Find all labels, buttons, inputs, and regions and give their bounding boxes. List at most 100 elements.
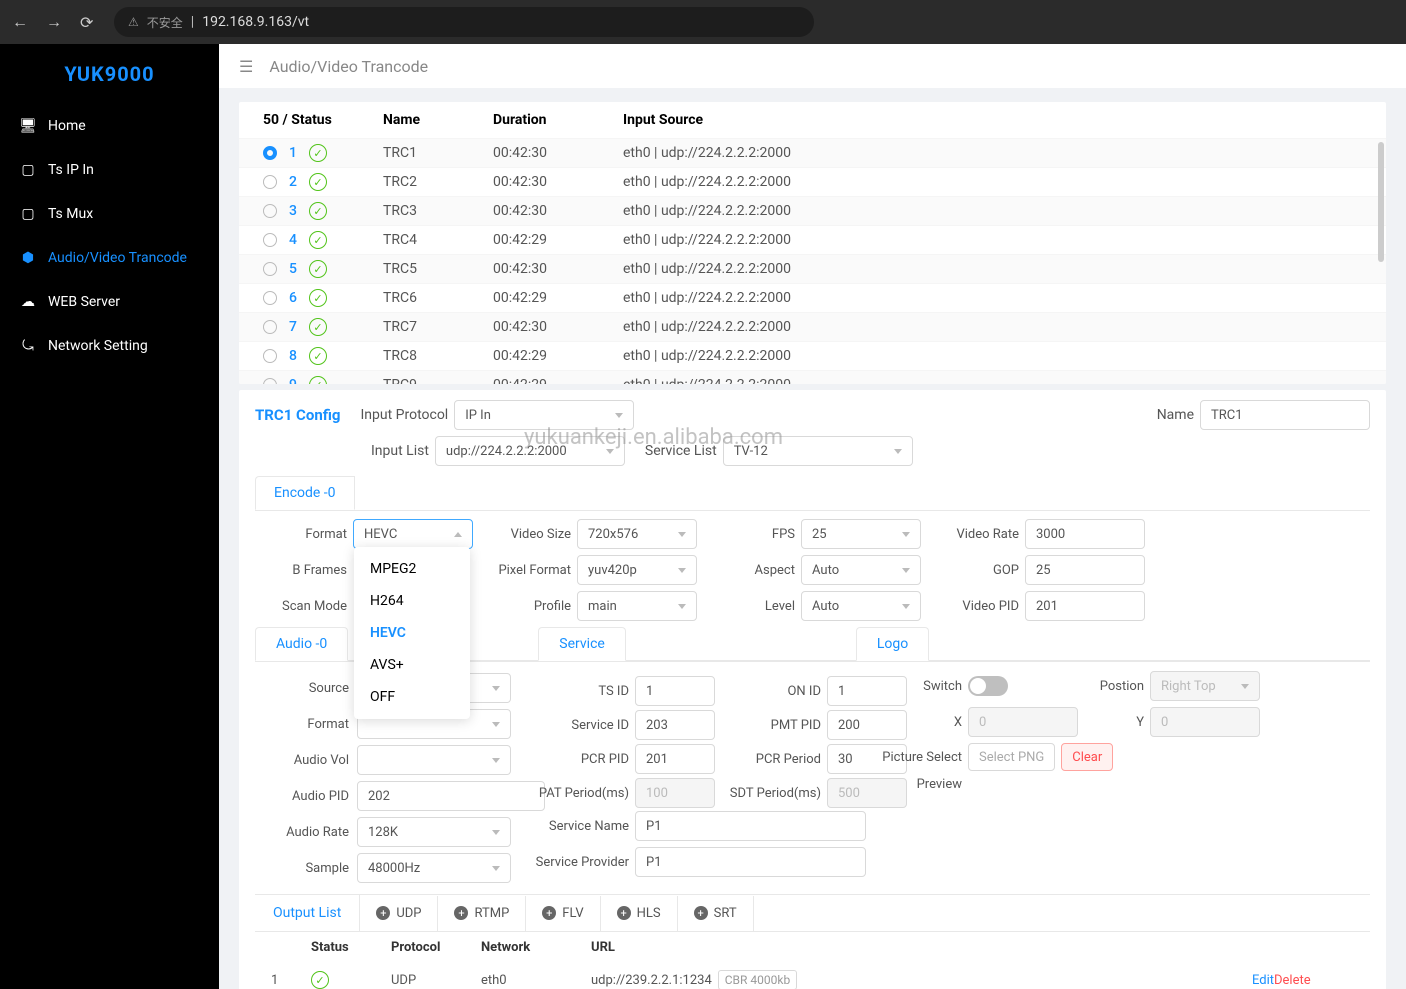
plus-icon: + [376,906,390,920]
table-row[interactable]: 8 ✓ TRC8 00:42:29 eth0 | udp://224.2.2.2… [239,341,1386,370]
add-udp-button[interactable]: +UDP [360,896,438,931]
table-row[interactable]: 5 ✓ TRC5 00:42:30 eth0 | udp://224.2.2.2… [239,254,1386,283]
scrollbar[interactable] [1378,142,1384,262]
row-radio[interactable] [263,204,277,218]
delete-link[interactable]: Delete [1274,973,1354,988]
cell-source: eth0 | udp://224.2.2.2:2000 [623,203,1362,219]
th-out-url: URL [591,940,1194,955]
sidebar-item-tsipin[interactable]: ▢Ts IP In [0,148,219,192]
plus-icon: + [542,906,556,920]
row-radio[interactable] [263,175,277,189]
bitrate-badge: CBR 4000kb [718,970,797,989]
row-radio[interactable] [263,146,277,160]
edit-link[interactable]: Edit [1194,973,1274,988]
gop-input[interactable] [1025,555,1145,585]
input-list-select[interactable]: udp://224.2.2.2:2000 [435,436,625,466]
audio-rate-select[interactable]: 128K [357,817,511,847]
square-icon: ▢ [20,206,36,222]
format-select[interactable]: HEVC [353,519,473,549]
row-radio[interactable] [263,320,277,334]
cell-source: eth0 | udp://224.2.2.2:2000 [623,232,1362,248]
video-rate-input[interactable] [1025,519,1145,549]
format-option[interactable]: HEVC [354,617,470,649]
browser-chrome: ← → ⟳ ⚠ 不安全 | 192.168.9.163/vt [0,0,1406,44]
clear-button[interactable]: Clear [1061,743,1113,771]
reload-icon[interactable]: ⟳ [80,13,96,32]
row-index: 2 [289,174,297,190]
service-pane: TS ID ON ID Service ID PMT PID PCR PID P… [515,662,870,894]
back-icon[interactable]: ← [12,12,28,32]
logo-switch[interactable] [968,676,1008,696]
aspect-select[interactable]: Auto [801,555,921,585]
share-icon: ⤿ [20,338,36,354]
tab-service[interactable]: Service [538,627,626,661]
sidebar-item-home[interactable]: 🖥Home [0,104,219,148]
add-flv-button[interactable]: +FLV [526,896,600,931]
service-list-select[interactable]: TV-12 [723,436,913,466]
row-radio[interactable] [263,291,277,305]
row-index: 9 [289,377,297,384]
forward-icon[interactable]: → [46,12,62,32]
cell-name: TRC2 [383,174,493,190]
table-row[interactable]: 9 ✓ TRC9 00:42:29 eth0 | udp://224.2.2.2… [239,370,1386,384]
audio-vol-select[interactable] [357,745,511,775]
url-text: 192.168.9.163/vt [202,14,309,30]
sidebar-item-webserver[interactable]: ☁WEB Server [0,280,219,324]
cell-name: TRC4 [383,232,493,248]
cell-name: TRC6 [383,290,493,306]
tab-logo[interactable]: Logo [856,627,929,661]
status-ok-icon: ✓ [309,173,327,191]
tab-audio[interactable]: Audio -0 [255,627,348,661]
add-srt-button[interactable]: +SRT [678,896,754,931]
video-pid-input[interactable] [1025,591,1145,621]
sidebar-item-tsmux[interactable]: ▢Ts Mux [0,192,219,236]
plus-icon: + [454,906,468,920]
cell-name: TRC8 [383,348,493,364]
sid-input[interactable] [635,710,715,740]
level-select[interactable]: Auto [801,591,921,621]
status-ok-icon: ✓ [309,289,327,307]
format-option[interactable]: MPEG2 [354,553,470,585]
row-radio[interactable] [263,378,277,384]
table-row[interactable]: 6 ✓ TRC6 00:42:29 eth0 | udp://224.2.2.2… [239,283,1386,312]
name-input[interactable] [1200,400,1370,430]
row-radio[interactable] [263,233,277,247]
address-bar[interactable]: ⚠ 不安全 | 192.168.9.163/vt [114,7,814,37]
pcr-input[interactable] [635,744,715,774]
row-radio[interactable] [263,262,277,276]
cell-duration: 00:42:30 [493,174,623,190]
sidebar-item-network[interactable]: ⤿Network Setting [0,324,219,368]
table-row[interactable]: 3 ✓ TRC3 00:42:30 eth0 | udp://224.2.2.2… [239,196,1386,225]
profile-select[interactable]: main [577,591,697,621]
row-index: 1 [289,145,297,161]
output-list-title: Output List [255,895,360,931]
input-protocol-select[interactable]: IP In [454,400,634,430]
table-row[interactable]: 7 ✓ TRC7 00:42:30 eth0 | udp://224.2.2.2… [239,312,1386,341]
service-provider-input[interactable] [635,847,866,877]
service-name-input[interactable] [635,811,866,841]
table-row[interactable]: 2 ✓ TRC2 00:42:30 eth0 | udp://224.2.2.2… [239,167,1386,196]
collapse-icon[interactable]: ☰ [239,57,253,76]
video-size-select[interactable]: 720x576 [577,519,697,549]
select-png-button[interactable]: Select PNG [968,743,1055,771]
add-hls-button[interactable]: +HLS [601,896,678,931]
format-option[interactable]: H264 [354,585,470,617]
tsid-input[interactable] [635,676,715,706]
row-radio[interactable] [263,349,277,363]
status-ok-icon: ✓ [311,971,329,989]
audio-sample-select[interactable]: 48000Hz [357,853,511,883]
format-option[interactable]: AVS+ [354,649,470,681]
row-index: 8 [289,348,297,364]
pixel-format-select[interactable]: yuv420p [577,555,697,585]
format-option[interactable]: OFF [354,681,470,713]
sidebar-item-transcode[interactable]: ⬢Audio/Video Trancode [0,236,219,280]
th-out-status: Status [311,940,391,955]
table-row[interactable]: 1 ✓ TRC1 00:42:30 eth0 | udp://224.2.2.2… [239,138,1386,167]
table-row[interactable]: 4 ✓ TRC4 00:42:29 eth0 | udp://224.2.2.2… [239,225,1386,254]
add-rtmp-button[interactable]: +RTMP [438,896,526,931]
tab-encode[interactable]: Encode -0 [255,476,355,510]
cell-source: eth0 | udp://224.2.2.2:2000 [623,261,1362,277]
fps-select[interactable]: 25 [801,519,921,549]
cell-name: TRC1 [383,145,493,161]
format-dropdown: MPEG2H264HEVCAVS+OFF [354,547,470,719]
